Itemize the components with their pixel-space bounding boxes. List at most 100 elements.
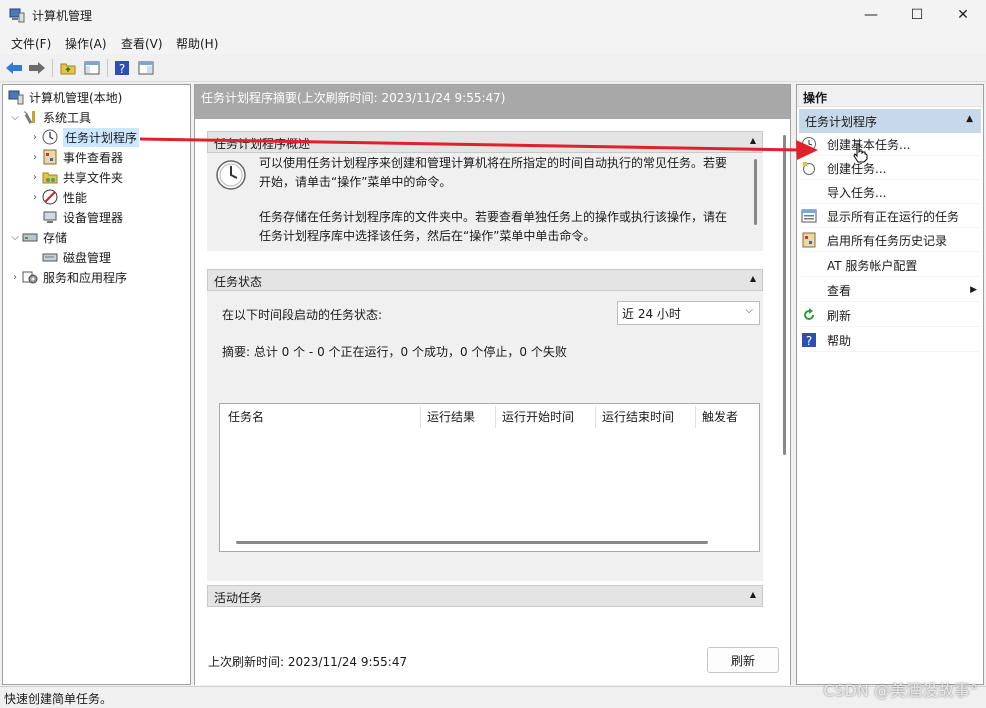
menu-action[interactable]: 操作(A) <box>65 35 107 52</box>
period-label: 在以下时间段启动的任务状态: <box>222 308 383 322</box>
tree-item-label: 共享文件夹 <box>63 170 124 185</box>
collapse-icon[interactable]: ▲ <box>750 590 756 599</box>
section-title: 活动任务 <box>214 591 263 605</box>
action-refresh[interactable]: 刷新 <box>801 304 979 327</box>
column-header-triggered-by[interactable]: 触发者 <box>702 408 738 426</box>
column-header-run-result[interactable]: 运行结果 <box>427 408 475 426</box>
up-folder-icon[interactable] <box>58 58 78 78</box>
tree-item-device-manager[interactable]: 设备管理器 <box>41 207 123 227</box>
menu-view[interactable]: 查看(V) <box>121 35 163 52</box>
minimize-button[interactable]: — <box>848 0 894 30</box>
hand-cursor-icon <box>852 143 868 163</box>
device-manager-icon <box>41 209 59 225</box>
collapse-icon[interactable]: ▲ <box>966 114 973 124</box>
performance-icon <box>41 189 59 205</box>
action-help[interactable]: ? 帮助 <box>801 329 979 352</box>
show-hide-tree-icon[interactable] <box>82 58 102 78</box>
tree-item-root[interactable]: 计算机管理(本地) <box>7 87 122 107</box>
at-service-icon <box>801 257 817 273</box>
help-icon: ? <box>801 332 817 348</box>
center-scrollbar[interactable] <box>783 135 786 455</box>
last-refresh-text: 上次刷新时间: 2023/11/24 9:55:47 <box>208 655 408 669</box>
close-button[interactable]: ✕ <box>940 0 986 30</box>
chevron-down-icon[interactable]: ⌵ <box>9 232 21 243</box>
tree-item-system-tools[interactable]: ⌵ 系统工具 <box>9 107 91 127</box>
column-header-task-name[interactable]: 任务名 <box>228 408 264 426</box>
menu-file[interactable]: 文件(F) <box>11 35 51 52</box>
menu-bar: 文件(F) 操作(A) 查看(V) 帮助(H) <box>0 30 986 54</box>
action-label: 启用所有任务历史记录 <box>827 233 948 248</box>
action-import-task[interactable]: 导入任务... <box>801 181 979 204</box>
chevron-right-icon[interactable]: › <box>9 272 21 283</box>
overview-text-line: 开始，请单击“操作”菜单中的命令。 <box>259 175 452 189</box>
back-icon[interactable] <box>4 58 24 78</box>
overview-text-line: 可以使用任务计划程序来创建和管理计算机将在所指定的时间自动执行的常见任务。若要 <box>259 156 728 170</box>
overview-scrollbar[interactable] <box>754 159 757 225</box>
actions-group-label: 任务计划程序 <box>805 115 878 129</box>
forward-icon[interactable] <box>27 58 47 78</box>
services-icon <box>21 269 39 285</box>
action-label: 帮助 <box>827 333 852 348</box>
tree-item-task-scheduler[interactable]: › 任务计划程序 <box>29 127 140 147</box>
chevron-right-icon[interactable]: › <box>29 152 41 163</box>
tree-item-event-viewer[interactable]: › 事件查看器 <box>29 147 123 167</box>
section-title: 任务状态 <box>214 275 263 289</box>
action-at-service-account[interactable]: AT 服务帐户配置 <box>801 254 979 277</box>
chevron-right-icon[interactable]: › <box>29 132 41 143</box>
action-create-basic-task[interactable]: 创建基本任务... <box>801 133 979 156</box>
action-label: 查看 <box>827 283 852 298</box>
collapse-icon[interactable]: ▲ <box>750 274 756 283</box>
actions-pane: 操作 任务计划程序 ▲ 创建基本任务... 创建任务... 导入任务... 显示… <box>796 84 984 685</box>
tree-item-storage[interactable]: ⌵ 存储 <box>9 227 67 247</box>
chevron-down-icon: ⌵ <box>745 305 753 316</box>
tree-item-shared-folders[interactable]: › 共享文件夹 <box>29 167 123 187</box>
chevron-right-icon[interactable]: › <box>29 172 41 183</box>
svg-text:?: ? <box>119 62 125 76</box>
submenu-arrow-icon: ▶ <box>970 285 977 295</box>
column-header-run-start[interactable]: 运行开始时间 <box>502 408 574 426</box>
action-create-task[interactable]: 创建任务... <box>801 157 979 180</box>
tools-icon <box>21 109 39 125</box>
chevron-down-icon[interactable]: ⌵ <box>9 112 21 123</box>
actions-group-task-scheduler[interactable]: 任务计划程序 ▲ <box>799 109 981 133</box>
shared-folder-icon <box>41 169 59 185</box>
tree-item-label: 存储 <box>43 230 68 245</box>
overview-section-header[interactable]: 任务计划程序概述 ▲ <box>207 131 763 153</box>
summary-footer: 上次刷新时间: 2023/11/24 9:55:47 刷新 <box>195 635 790 685</box>
action-label: AT 服务帐户配置 <box>827 258 918 273</box>
tree-item-disk-management[interactable]: 磁盘管理 <box>41 247 111 267</box>
storage-icon <box>21 229 39 245</box>
tree-item-services-apps[interactable]: › 服务和应用程序 <box>9 267 127 287</box>
computer-management-icon <box>7 89 25 105</box>
window-title: 计算机管理 <box>32 9 93 23</box>
column-header-run-end[interactable]: 运行结束时间 <box>602 408 674 426</box>
title-bar: 计算机管理 — ☐ ✕ <box>0 0 986 30</box>
active-tasks-section-header[interactable]: 活动任务 ▲ <box>207 585 763 607</box>
collapse-icon[interactable]: ▲ <box>750 136 756 145</box>
task-status-section-header[interactable]: 任务状态 ▲ <box>207 269 763 291</box>
action-show-running-tasks[interactable]: 显示所有正在运行的任务 <box>801 205 979 228</box>
maximize-button[interactable]: ☐ <box>894 0 940 30</box>
event-viewer-icon <box>41 149 59 165</box>
period-dropdown[interactable]: 近 24 小时 ⌵ <box>617 301 760 325</box>
show-hide-action-pane-icon[interactable] <box>136 58 156 78</box>
computer-management-icon <box>9 7 25 23</box>
navigation-tree: 计算机管理(本地) ⌵ 系统工具 › 任务计划程序 › 事件查看器 › 共享文件… <box>2 84 191 685</box>
tree-item-label: 计算机管理(本地) <box>29 90 123 105</box>
action-label: 导入任务... <box>827 185 887 200</box>
running-tasks-icon <box>801 208 817 224</box>
help-icon[interactable]: ? <box>112 58 132 78</box>
refresh-button[interactable]: 刷新 <box>707 647 779 673</box>
action-enable-history[interactable]: 启用所有任务历史记录 <box>801 229 979 252</box>
tree-item-label: 性能 <box>63 190 88 205</box>
action-view[interactable]: 查看 ▶ <box>801 279 979 302</box>
task-scheduler-summary-pane: 任务计划程序摘要(上次刷新时间: 2023/11/24 9:55:47) 任务计… <box>194 84 791 685</box>
tree-item-performance[interactable]: › 性能 <box>29 187 87 207</box>
import-icon <box>801 184 817 200</box>
action-label: 显示所有正在运行的任务 <box>827 209 960 224</box>
tree-item-label: 事件查看器 <box>63 150 124 165</box>
menu-help[interactable]: 帮助(H) <box>176 35 218 52</box>
chevron-right-icon[interactable]: › <box>29 192 41 203</box>
history-icon <box>801 232 817 248</box>
table-horizontal-scrollbar[interactable] <box>236 541 708 544</box>
